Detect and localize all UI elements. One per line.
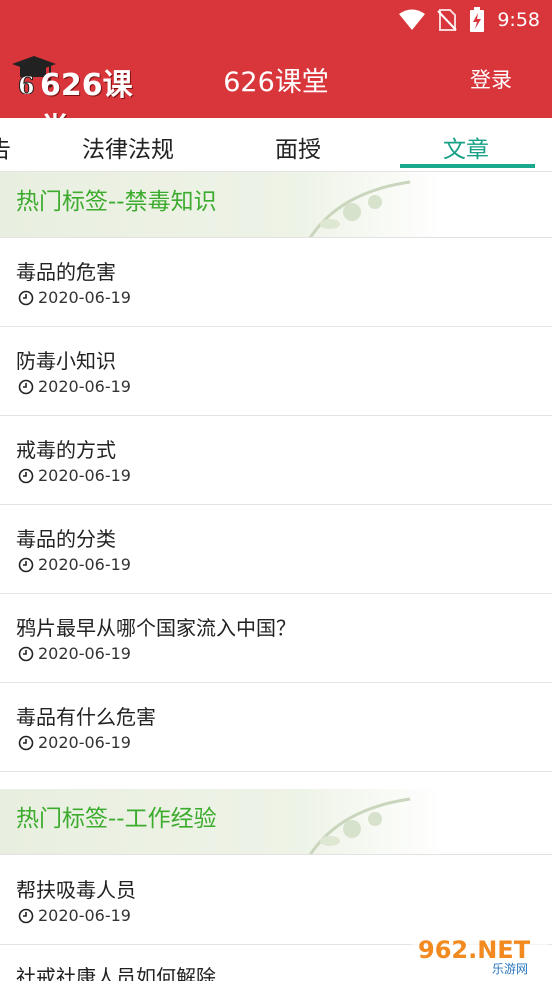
article-date: 2020-06-19: [38, 377, 131, 396]
article-date: 2020-06-19: [38, 555, 131, 574]
article-date: 2020-06-19: [38, 644, 131, 663]
article-date: 2020-06-19: [38, 466, 131, 485]
section-header-work-experience: 热门标签--工作经验: [0, 789, 552, 855]
tab-laws[interactable]: 法律法规: [82, 130, 174, 164]
section-header-label: 热门标签--禁毒知识: [16, 189, 217, 215]
active-tab-indicator: [400, 164, 535, 168]
article-title: 防毒小知识: [16, 349, 116, 373]
article-item[interactable]: 鸦片最早从哪个国家流入中国？ 2020-06-19: [0, 594, 552, 683]
clock-icon: [18, 468, 34, 483]
status-time: 9:58: [497, 9, 540, 31]
watermark-subtitle: 乐游网: [492, 962, 528, 976]
site-watermark-logo: 962.NET 乐游网: [412, 932, 548, 976]
watermark-brand: 962.NET: [418, 936, 531, 964]
login-button[interactable]: 登录: [470, 64, 512, 94]
article-item[interactable]: 毒品的分类 2020-06-19: [0, 505, 552, 594]
article-item[interactable]: 戒毒的方式 2020-06-19: [0, 416, 552, 505]
clock-icon: [18, 290, 34, 305]
article-title: 鸦片最早从哪个国家流入中国？: [16, 616, 296, 640]
article-meta: 2020-06-19: [18, 733, 131, 752]
section-header-drug-knowledge: 热门标签--禁毒知识: [0, 172, 552, 238]
tab-face-to-face[interactable]: 面授: [275, 130, 321, 164]
section-header-label: 热门标签--工作经验: [16, 806, 217, 832]
wifi-icon: [399, 9, 426, 30]
plant-decoration-icon: [308, 797, 411, 854]
article-meta: 2020-06-19: [18, 377, 131, 396]
app-bar: 6 626课堂 626课堂 登录: [0, 40, 552, 147]
article-meta: 2020-06-19: [18, 288, 131, 307]
status-icons: 9:58: [399, 6, 540, 34]
clock-icon: [18, 646, 34, 661]
tab-clipped[interactable]: 告: [0, 130, 11, 164]
article-title: 毒品的危害: [16, 260, 116, 284]
clock-icon: [18, 908, 34, 923]
clock-icon: [18, 735, 34, 750]
article-meta: 2020-06-19: [18, 644, 131, 663]
status-bar: 9:58: [0, 0, 552, 40]
article-title: 帮扶吸毒人员: [16, 878, 136, 902]
clock-icon: [18, 557, 34, 572]
article-item[interactable]: 防毒小知识 2020-06-19: [0, 327, 552, 416]
article-item[interactable]: 毒品的危害 2020-06-19: [0, 238, 552, 327]
battery-charging-icon: [470, 7, 485, 32]
article-date: 2020-06-19: [38, 733, 131, 752]
article-date: 2020-06-19: [38, 906, 131, 925]
article-title: 社戒社康人员如何解除: [16, 965, 216, 981]
article-date: 2020-06-19: [38, 288, 131, 307]
clock-icon: [18, 379, 34, 394]
article-item[interactable]: 毒品有什么危害 2020-06-19: [0, 683, 552, 772]
article-meta: 2020-06-19: [18, 906, 131, 925]
plant-decoration-icon: [308, 180, 411, 237]
article-title: 戒毒的方式: [16, 438, 116, 462]
article-meta: 2020-06-19: [18, 555, 131, 574]
article-title: 毒品有什么危害: [16, 705, 156, 729]
article-title: 毒品的分类: [16, 527, 116, 551]
category-tabs: 告 法律法规 面授 文章: [0, 118, 552, 172]
tab-articles[interactable]: 文章: [443, 130, 489, 164]
article-meta: 2020-06-19: [18, 466, 131, 485]
no-sim-icon: [437, 9, 458, 31]
